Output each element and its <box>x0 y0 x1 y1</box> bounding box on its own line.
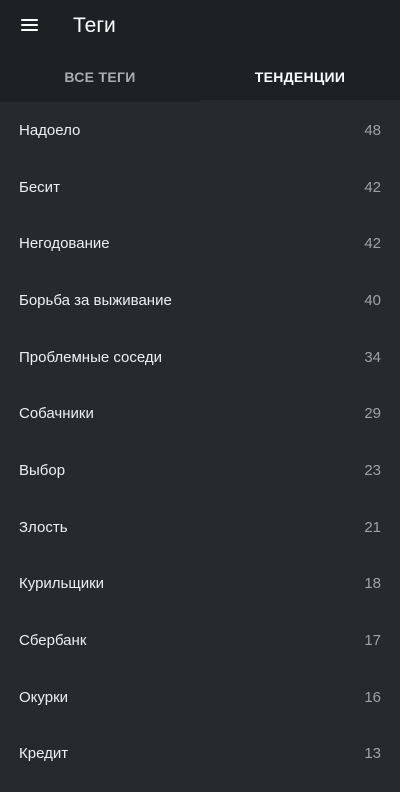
tag-row[interactable]: Окурки 16 <box>0 669 400 726</box>
tag-count: 17 <box>364 632 381 650</box>
tag-count: 23 <box>364 461 381 479</box>
tag-label: Выбор <box>19 461 66 479</box>
tag-count: 42 <box>364 178 381 196</box>
tag-label: Надоело <box>19 121 81 139</box>
tag-row[interactable]: Сбербанк 17 <box>0 612 400 669</box>
tag-count: 40 <box>364 291 381 309</box>
tag-count: 18 <box>364 575 381 593</box>
tab-trends[interactable]: ТЕНДЕНЦИИ <box>200 52 400 102</box>
tag-label: Окурки <box>19 688 69 706</box>
tag-row[interactable]: Бесит 42 <box>0 159 400 216</box>
tag-row[interactable]: Курильщики 18 <box>0 556 400 613</box>
tag-label: Проблемные соседи <box>19 348 163 366</box>
page-title: Теги <box>73 14 116 37</box>
tag-count: 34 <box>364 348 381 366</box>
tag-count: 16 <box>364 688 381 706</box>
tag-row[interactable]: Кредит 13 <box>0 726 400 783</box>
tab-bar: ВСЕ ТЕГИ ТЕНДЕНЦИИ <box>0 52 400 102</box>
tag-label: Негодование <box>19 235 110 253</box>
tab-all-tags[interactable]: ВСЕ ТЕГИ <box>0 52 200 102</box>
tag-label: Борьба за выживание <box>19 291 172 309</box>
tag-row[interactable]: Проблемные соседи 34 <box>0 329 400 386</box>
tag-count: 13 <box>364 745 381 763</box>
tag-count: 21 <box>364 518 381 536</box>
tag-label: Злость <box>19 518 68 536</box>
app-bar: Теги <box>0 0 400 52</box>
tag-row[interactable]: Негодование 42 <box>0 215 400 272</box>
tag-label: Сбербанк <box>19 632 87 650</box>
tag-label: Собачники <box>19 405 94 423</box>
tag-count: 42 <box>364 235 381 253</box>
tag-count: 29 <box>364 405 381 423</box>
tag-list: Надоело 48 Бесит 42 Негодование 42 Борьб… <box>0 102 400 782</box>
tag-label: Кредит <box>19 745 69 763</box>
tag-label: Курильщики <box>19 575 105 593</box>
tag-row[interactable]: Борьба за выживание 40 <box>0 272 400 329</box>
tag-row[interactable]: Злость 21 <box>0 499 400 556</box>
tag-row[interactable]: Надоело 48 <box>0 102 400 159</box>
tag-label: Бесит <box>19 178 60 196</box>
tag-row[interactable]: Собачники 29 <box>0 385 400 442</box>
tag-row[interactable]: Выбор 23 <box>0 442 400 499</box>
hamburger-menu-icon[interactable] <box>12 9 46 43</box>
tag-count: 48 <box>364 121 381 139</box>
